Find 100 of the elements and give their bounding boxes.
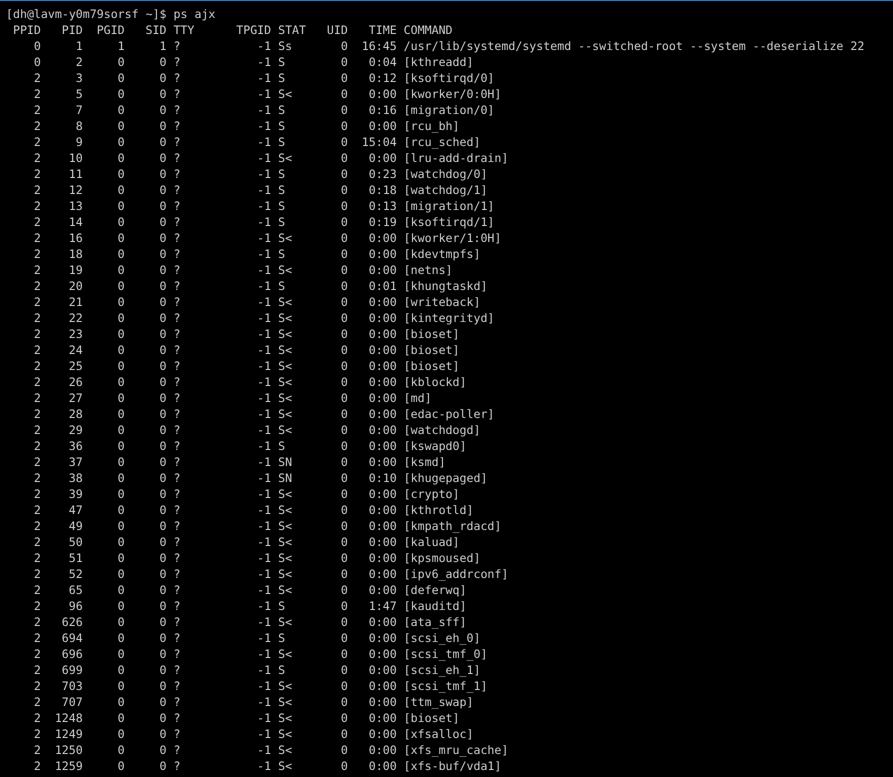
table-cell: 0:00 [368,263,397,277]
table-cell: S< [278,711,292,725]
table-cell: 0 [159,247,166,261]
table-cell: 0:00 [368,423,397,437]
table-cell: ? [173,455,180,469]
table-cell: -1 [257,295,272,309]
table-cell: 0 [340,199,348,213]
table-cell: 2 [34,487,41,501]
table-cell: 703 [62,679,83,693]
table-cell: 2 [34,263,41,277]
column-header: COMMAND [404,23,453,37]
table-cell: 0 [118,311,125,325]
table-cell: [netns] [404,263,453,277]
table-cell: 0 [118,167,125,181]
table-cell: ? [173,55,180,69]
table-cell: -1 [257,567,272,581]
table-cell: 0 [118,439,125,453]
table-cell: 0:00 [368,151,397,165]
table-cell: [bioset] [404,343,460,357]
table-cell: 14 [68,215,83,229]
table-cell: 0:00 [368,519,397,533]
table-cell: 7 [76,103,83,117]
table-cell: -1 [257,327,272,341]
table-cell: [kswapd0] [404,439,466,453]
table-cell: 2 [34,391,41,405]
table-cell: 0 [118,663,125,677]
table-cell: 2 [34,519,41,533]
table-cell: [khungtaskd] [404,279,488,293]
table-cell: 0 [118,231,125,245]
table-cell: [kmpath_rdacd] [404,519,502,533]
table-cell: S [278,663,286,677]
table-cell: 0 [159,343,166,357]
table-cell: Ss [278,39,292,53]
table-cell: [rcu_bh] [404,119,460,133]
table-cell: -1 [257,391,272,405]
table-cell: ? [173,87,180,101]
table-cell: [kdevtmpfs] [404,247,480,261]
table-cell: 0 [159,615,166,629]
table-cell: 0 [340,647,348,661]
table-cell: 0 [340,759,348,773]
table-cell: 2 [34,615,41,629]
table-cell: 0 [340,455,348,469]
table-cell: 0 [118,727,125,741]
table-cell: -1 [257,759,272,773]
table-cell: 0:00 [368,487,397,501]
table-cell: 0 [118,199,125,213]
table-cell: S< [278,359,292,373]
table-cell: 0:00 [368,711,397,725]
column-header: PGID [96,23,125,37]
table-cell: ? [173,583,180,597]
table-cell: 0 [34,55,41,69]
table-cell: S< [278,503,292,517]
table-cell: ? [173,295,180,309]
table-cell: [kpsmoused] [404,551,480,565]
column-header: STAT [278,23,306,37]
table-cell: 0 [159,551,166,565]
table-cell: 0 [340,503,348,517]
table-cell: [khugepaged] [404,471,488,485]
table-cell: 0:00 [368,327,397,341]
table-cell: [scsi_tmf_1] [404,679,488,693]
table-cell: 2 [34,407,41,421]
table-cell: [ksmd] [404,455,446,469]
table-cell: 0 [159,519,166,533]
table-cell: 0 [118,679,125,693]
table-cell: 0 [340,215,348,229]
column-header: PPID [12,23,41,37]
table-cell: 0:00 [368,567,397,581]
table-cell: -1 [257,599,272,613]
table-cell: 0 [118,343,125,357]
table-cell: 0 [118,455,125,469]
table-cell: -1 [257,407,272,421]
table-cell: [kworker/0:0H] [404,87,502,101]
table-cell: 0 [340,247,348,261]
table-cell: 12 [68,183,83,197]
table-cell: 0 [159,327,166,341]
table-cell: [edac-poller] [404,407,494,421]
table-cell: ? [173,375,180,389]
table-cell: 1:47 [368,599,397,613]
table-cell: 13 [68,199,83,213]
table-cell: ? [173,215,180,229]
table-cell: 0:00 [368,375,397,389]
table-cell: ? [173,391,180,405]
table-cell: 0 [340,631,348,645]
table-cell: 0 [159,759,166,773]
table-cell: 2 [34,439,41,453]
table-cell: 0 [118,71,125,85]
table-cell: 2 [34,343,41,357]
table-cell: 2 [34,231,41,245]
table-cell: 0:00 [368,391,397,405]
table-cell: S< [278,87,292,101]
table-cell: S< [278,759,292,773]
table-cell: 0:00 [368,503,397,517]
table-cell: 2 [34,423,41,437]
table-cell: 0 [340,311,348,325]
table-cell: 0 [340,407,348,421]
table-cell: S< [278,487,292,501]
table-cell: -1 [257,727,272,741]
column-header: UID [326,23,348,37]
table-cell: 0 [340,375,348,389]
table-cell: 0 [159,167,166,181]
